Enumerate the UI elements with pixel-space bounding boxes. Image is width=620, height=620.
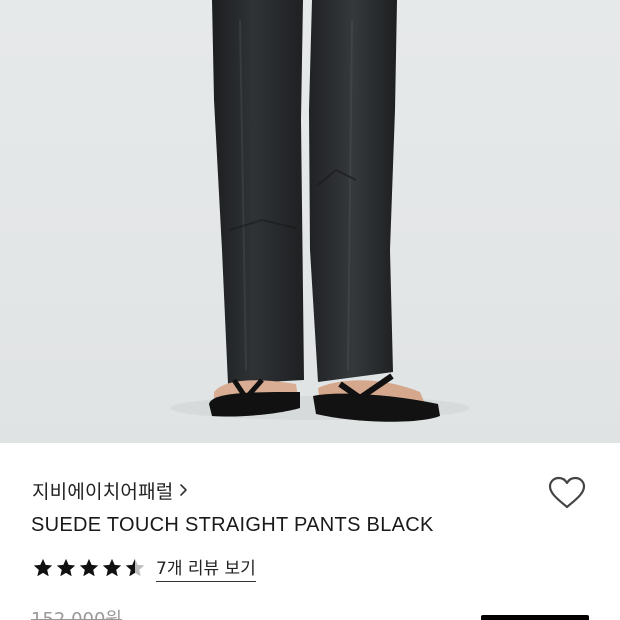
product-image[interactable] [0,0,620,443]
rating-row: 7개 리뷰 보기 [32,554,256,582]
star-half-icon [125,558,145,577]
brand-link[interactable]: 지비에이치어패럴 [32,477,189,503]
brand-name[interactable]: 지비에이치어패럴 [32,477,173,504]
review-link[interactable]: 7개 리뷰 보기 [156,554,256,582]
wishlist-button[interactable] [547,474,587,512]
product-title: SUEDE TOUCH STRAIGHT PANTS BLACK [31,514,434,536]
chevron-right-icon [179,483,189,497]
star-icon [102,558,122,577]
original-price: 152,000원 [31,609,122,620]
model-photo [170,0,470,422]
star-icon [56,558,76,577]
heart-outline-icon [548,476,586,509]
star-icon [79,558,99,577]
star-icon [33,558,53,577]
star-rating [32,557,146,579]
product-info: 지비에이치어패럴 SUEDE TOUCH STRAIGHT PANTS BLAC… [0,443,620,620]
purchase-button[interactable] [481,615,589,620]
